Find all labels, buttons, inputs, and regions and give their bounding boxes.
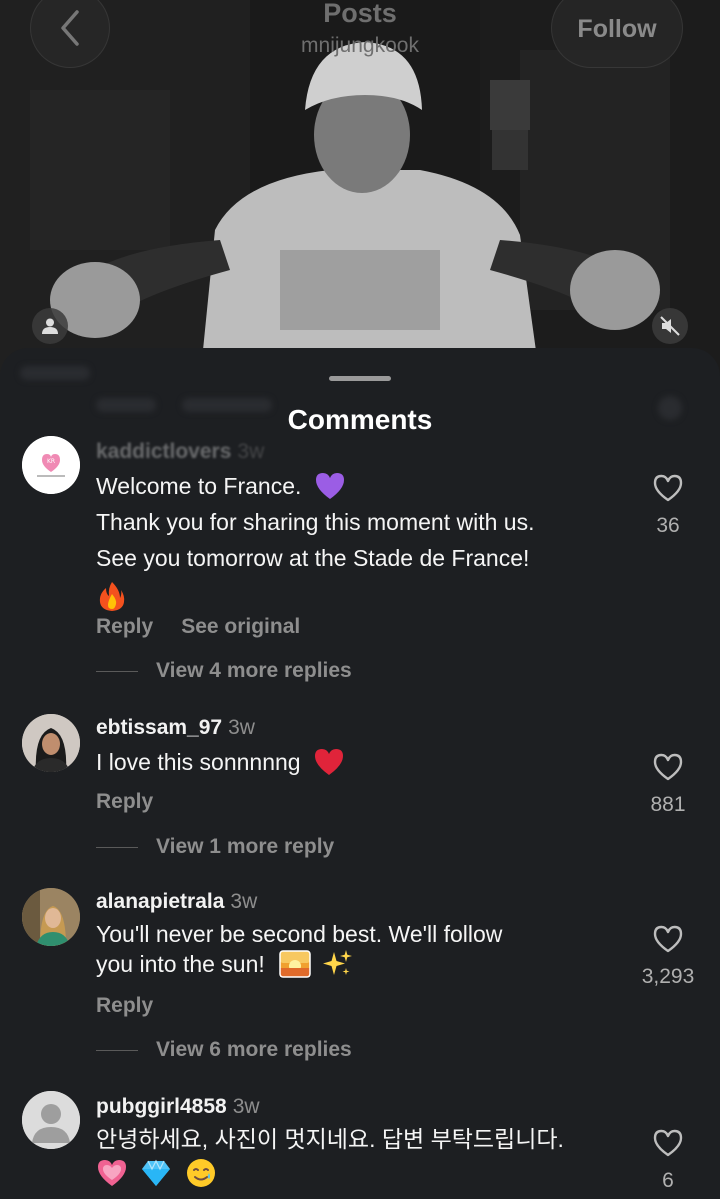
comment-username[interactable]: alanapietrala 3w <box>96 890 257 914</box>
comment-time: 3w <box>228 716 255 739</box>
like-button[interactable]: 881 <box>638 752 698 817</box>
reply-button[interactable]: Reply <box>96 994 153 1017</box>
mute-button[interactable] <box>652 308 688 344</box>
comment-text: 안녕하세요, 사진이 멋지네요. 답변 부탁드립니다. <box>96 1123 626 1189</box>
comment-username[interactable]: ebtissam_97 3w <box>96 716 255 740</box>
comment-text-line: you into the sun! <box>96 951 265 977</box>
like-button[interactable]: 6 <box>638 1128 698 1193</box>
growing-heart-icon <box>98 1159 126 1186</box>
comment-time: 3w <box>230 890 258 913</box>
reply-button[interactable]: Reply <box>96 615 153 638</box>
divider <box>96 1049 138 1051</box>
fire-icon <box>99 581 125 611</box>
comment-actions: Reply <box>96 994 181 1018</box>
view-more-replies[interactable]: View 4 more replies <box>96 659 352 683</box>
heart-outline-icon <box>653 474 683 502</box>
view-more-replies-label[interactable]: View 4 more replies <box>156 659 352 682</box>
comment-username[interactable]: kaddictlovers 3w <box>96 440 264 464</box>
tagged-people-button[interactable] <box>32 308 68 344</box>
comment-text-line: Thank you for sharing this moment with u… <box>96 509 535 535</box>
heart-outline-icon <box>653 925 683 953</box>
comment-time: 3w <box>237 440 265 463</box>
like-count: 881 <box>650 793 686 816</box>
smiling-face-with-tear-icon <box>186 1158 215 1187</box>
like-count: 6 <box>662 1169 674 1192</box>
see-original-button[interactable]: See original <box>181 615 300 638</box>
gem-icon <box>142 1159 171 1186</box>
sparkles-icon <box>322 949 352 975</box>
comment-time: 3w <box>232 1095 260 1118</box>
divider <box>96 670 138 672</box>
comment-item: pubggirl4858 3w 안녕하세요, 사진이 멋지네요. 답변 부탁드립니… <box>0 1091 720 1199</box>
avatar[interactable]: KR <box>22 436 80 494</box>
comment-username[interactable]: pubggirl4858 3w <box>96 1095 260 1119</box>
svg-text:KR: KR <box>47 458 55 465</box>
avatar[interactable] <box>22 1091 80 1149</box>
comment-actions: Reply See original <box>96 615 328 639</box>
like-button[interactable]: 3,293 <box>638 924 698 989</box>
view-more-replies[interactable]: View 1 more reply <box>96 835 334 859</box>
comment-text: You'll never be second best. We'll follo… <box>96 919 626 979</box>
comment-text: I love this sonnnnng <box>96 744 626 780</box>
sunrise-icon <box>279 950 311 978</box>
comment-text-line: Welcome to France. <box>96 473 302 499</box>
reply-button[interactable]: Reply <box>96 790 153 813</box>
comment-text-line: I love this sonnnnng <box>96 749 301 775</box>
comment-item: KR kaddictlovers 3w Welcome to France. Th… <box>0 436 720 696</box>
comment-item: alanapietrala 3w You'll never be second b… <box>0 888 720 1068</box>
red-heart-icon <box>314 748 343 775</box>
avatar[interactable] <box>22 714 80 772</box>
comment-item: ebtissam_97 3w I love this sonnnnng Reply… <box>0 714 720 864</box>
view-more-replies[interactable]: View 6 more replies <box>96 1038 352 1062</box>
comment-text-line: 안녕하세요, 사진이 멋지네요. 답변 부탁드립니다. <box>96 1126 564 1152</box>
avatar[interactable] <box>22 888 80 946</box>
comment-text-line: See you tomorrow at the Stade de France! <box>96 545 530 571</box>
speaker-muted-icon <box>660 316 680 336</box>
default-avatar-icon <box>22 1091 80 1149</box>
heart-outline-icon <box>653 753 683 781</box>
post-media[interactable]: Posts mnijungkook Follow <box>0 0 720 380</box>
view-more-replies-label[interactable]: View 6 more replies <box>156 1038 352 1061</box>
purple-heart-icon <box>315 472 344 499</box>
sheet-drag-handle[interactable] <box>329 376 391 381</box>
username-text[interactable]: pubggirl4858 <box>96 1095 227 1118</box>
heart-outline-icon <box>653 1129 683 1157</box>
like-count: 3,293 <box>641 965 695 988</box>
comment-text: Welcome to France. Thank you for sharing… <box>96 468 626 612</box>
username-text[interactable]: ebtissam_97 <box>96 716 222 739</box>
username-text[interactable]: kaddictlovers <box>96 440 231 463</box>
comment-actions: Reply <box>96 790 181 814</box>
blurred-background-text <box>20 366 90 380</box>
person-icon <box>42 318 58 334</box>
comments-title: Comments <box>287 404 433 435</box>
comments-sheet: Comments KR kaddictlovers 3w Welcome to F… <box>0 348 720 1199</box>
like-count: 36 <box>656 514 680 537</box>
comment-text-line: You'll never be second best. We'll follo… <box>96 921 503 947</box>
follow-button[interactable]: Follow <box>551 0 683 68</box>
divider <box>96 846 138 848</box>
username-text[interactable]: alanapietrala <box>96 890 224 913</box>
view-more-replies-label[interactable]: View 1 more reply <box>156 835 334 858</box>
like-button[interactable]: 36 <box>638 473 698 538</box>
